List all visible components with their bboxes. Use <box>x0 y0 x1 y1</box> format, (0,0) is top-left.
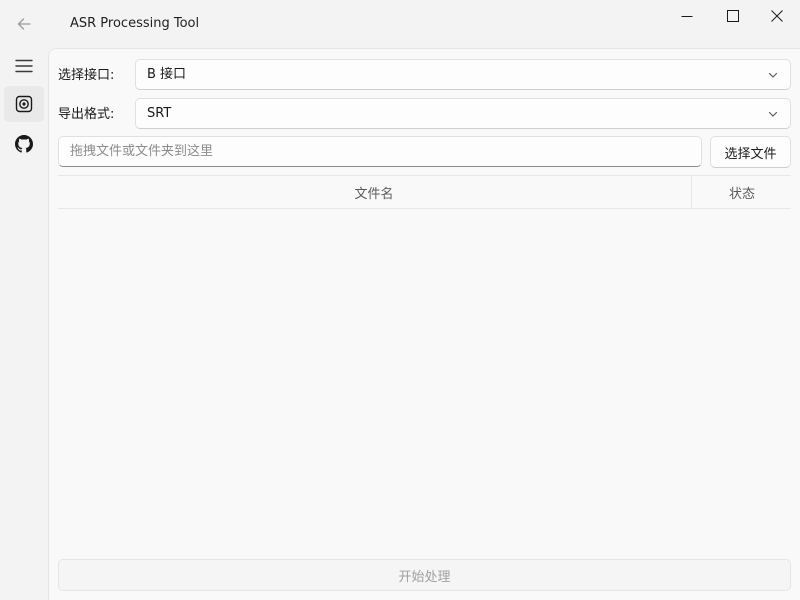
nav-item-github[interactable] <box>4 126 44 162</box>
close-button[interactable] <box>754 0 800 32</box>
chevron-down-icon <box>768 111 778 117</box>
format-value: SRT <box>147 106 172 121</box>
record-icon <box>15 95 33 113</box>
close-icon <box>771 10 783 22</box>
select-file-button[interactable]: 选择文件 <box>710 136 791 168</box>
app-title: ASR Processing Tool <box>70 16 200 31</box>
maximize-icon <box>727 10 739 22</box>
menu-button[interactable] <box>4 48 44 84</box>
file-drop-input[interactable] <box>58 136 702 167</box>
format-combobox[interactable]: SRT <box>135 98 791 129</box>
column-header-status[interactable]: 状态 <box>691 176 792 208</box>
table-body[interactable] <box>58 209 791 551</box>
table-header: 文件名 状态 <box>58 175 791 209</box>
back-arrow-icon <box>17 18 31 30</box>
column-header-filename[interactable]: 文件名 <box>58 176 690 208</box>
chevron-down-icon <box>768 72 778 78</box>
format-label: 导出格式: <box>58 107 115 122</box>
interface-combobox[interactable]: B 接口 <box>135 59 791 90</box>
minimize-icon <box>681 16 693 17</box>
file-table: 文件名 状态 <box>58 175 791 551</box>
nav-item-asr[interactable] <box>4 86 44 122</box>
github-icon <box>15 135 33 153</box>
maximize-button[interactable] <box>710 0 756 32</box>
interface-label: 选择接口: <box>58 68 115 83</box>
interface-value: B 接口 <box>147 67 187 82</box>
navigation-sidebar <box>0 48 48 600</box>
main-content: 选择接口: B 接口 导出格式: SRT 选择文件 文件名 状态 开始处理 <box>48 48 800 600</box>
hamburger-menu-icon <box>15 59 33 73</box>
minimize-button[interactable] <box>664 0 710 32</box>
start-processing-button[interactable]: 开始处理 <box>58 559 791 591</box>
title-bar: ASR Processing Tool <box>0 0 800 48</box>
back-button[interactable] <box>8 8 40 40</box>
